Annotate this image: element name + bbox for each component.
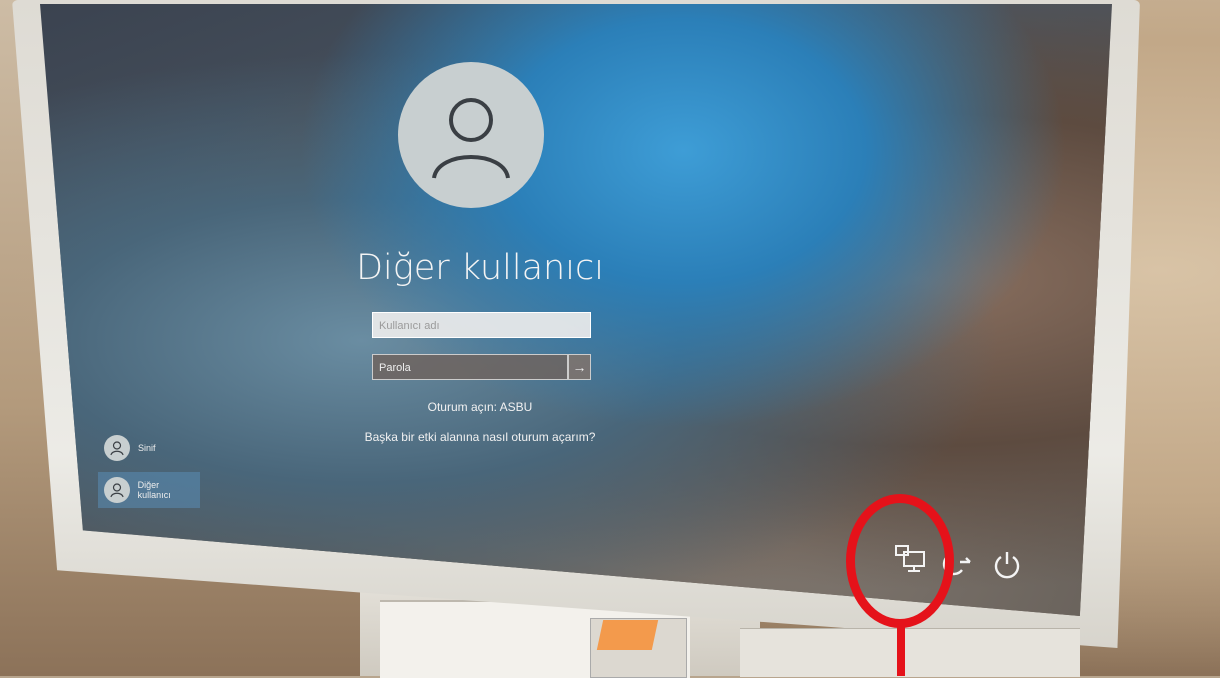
username-title: Diğer kullanıcı: [356, 248, 604, 288]
arrow-right-icon: →: [572, 359, 587, 375]
user-icon: [104, 477, 130, 503]
annotation-pointer-line: [897, 625, 905, 676]
password-field[interactable]: Parola: [372, 354, 568, 380]
submit-button[interactable]: →: [568, 354, 591, 380]
user-tile-label: Diğer kullanıcı: [137, 480, 171, 500]
user-tile-label: Sinif: [138, 443, 156, 453]
username-field[interactable]: Kullanıcı adı: [372, 312, 591, 338]
user-tile-other-user[interactable]: Diğer kullanıcı: [98, 472, 200, 508]
power-icon[interactable]: [992, 550, 1022, 585]
user-avatar: [398, 62, 544, 208]
user-icon: [432, 98, 510, 179]
sticky-note: [596, 620, 659, 650]
annotation-circle: [846, 494, 954, 628]
lock-screen: Diğer kullanıcı Kullanıcı adı Parola → O…: [40, 4, 1112, 616]
sign-in-domain-text: Oturum açın: ASBU: [427, 400, 533, 414]
other-domain-link[interactable]: Başka bir etki alanına nasıl oturum açar…: [340, 430, 620, 444]
user-tile-sinif[interactable]: Sinif: [98, 430, 218, 466]
user-icon: [104, 435, 130, 461]
monitor-bottom-panel: [740, 628, 1080, 677]
